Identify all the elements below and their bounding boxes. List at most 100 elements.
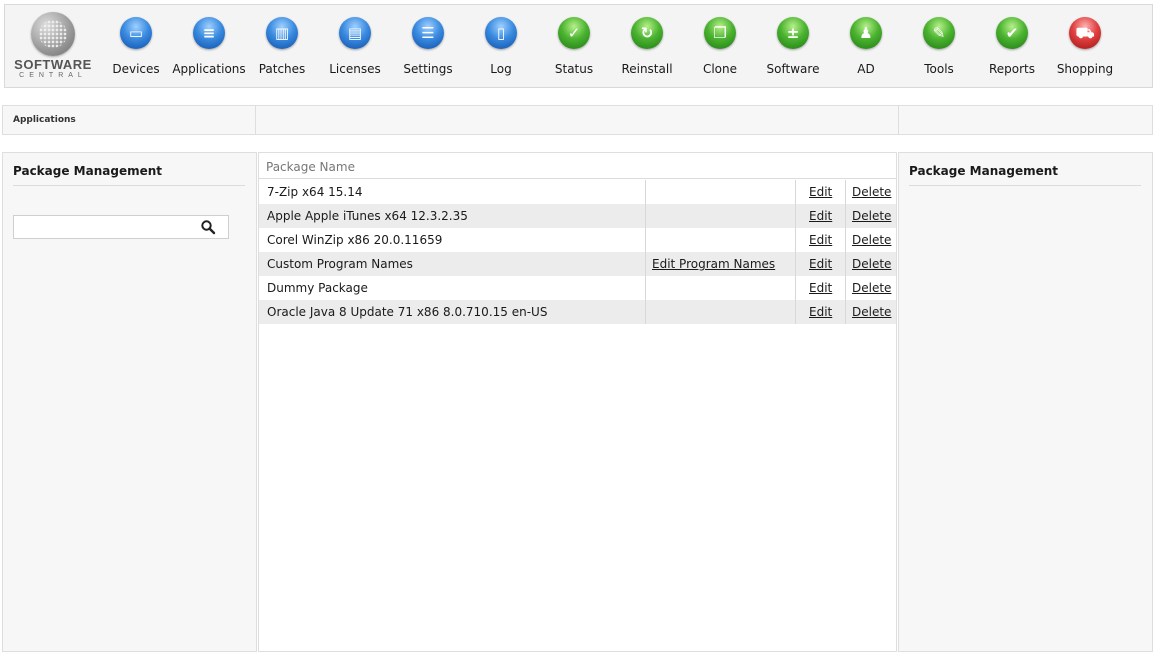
table-row: Oracle Java 8 Update 71 x86 8.0.710.15 e… xyxy=(259,300,896,324)
nav-label: Reinstall xyxy=(621,62,673,76)
nav-label: Settings xyxy=(403,62,453,76)
logo-text-bottom: CENTRAL xyxy=(19,72,87,79)
nav-label: Devices xyxy=(112,62,160,76)
monitor-icon: ▭ xyxy=(120,17,152,49)
icon-glyph: ✓ xyxy=(567,24,581,42)
cell-divider xyxy=(795,204,796,228)
delete-link[interactable]: Delete xyxy=(852,281,891,295)
nav-label: Status xyxy=(554,62,594,76)
shopping-cart-icon: ⛟ xyxy=(1069,17,1101,49)
logo-emblem-icon xyxy=(31,12,75,56)
table-row: Custom Program Names Edit Program Names Ed… xyxy=(259,252,896,276)
top-toolbar: SOFTWARE CENTRAL ▭ Devices ≡ Applications ▥ P… xyxy=(4,4,1153,88)
cell-divider xyxy=(795,180,796,204)
table-row: Apple Apple iTunes x64 12.3.2.35 Edit Dele… xyxy=(259,204,896,228)
delete-link[interactable]: Delete xyxy=(852,185,891,199)
package-table: Package Name 7-Zip x64 15.14 Edit Delete Ap… xyxy=(258,152,897,652)
package-name-cell: Corel WinZip x86 20.0.11659 xyxy=(267,233,443,247)
cell-divider xyxy=(845,276,846,300)
right-panel: Package Management xyxy=(898,152,1153,652)
left-panel: Package Management xyxy=(2,152,257,652)
nav-label: Patches xyxy=(258,62,306,76)
cell-divider xyxy=(645,300,646,324)
software-icon: ± xyxy=(777,17,809,49)
icon-glyph: ❐ xyxy=(713,24,727,42)
log-icon: ▯ xyxy=(485,17,517,49)
nav-label: Log xyxy=(490,62,512,76)
column-header-package-name[interactable]: Package Name xyxy=(266,160,355,174)
icon-glyph: ♟ xyxy=(859,24,873,42)
software-central-logo[interactable]: SOFTWARE CENTRAL xyxy=(9,12,97,84)
icon-glyph: ✎ xyxy=(932,24,946,42)
edit-link[interactable]: Edit xyxy=(809,185,832,199)
delete-link[interactable]: Delete xyxy=(852,209,891,223)
delete-link[interactable]: Delete xyxy=(852,257,891,271)
search-box xyxy=(13,215,229,239)
nav-label: Reports xyxy=(988,62,1036,76)
package-name-cell: Apple Apple iTunes x64 12.3.2.35 xyxy=(267,209,468,223)
nav-licenses-button[interactable]: ▤ Licenses xyxy=(316,5,394,87)
nav-reports-button[interactable]: ✔ Reports xyxy=(973,5,1051,87)
nav-applications-button[interactable]: ≡ Applications xyxy=(170,5,248,87)
package-name-cell: Custom Program Names xyxy=(267,257,413,271)
cell-divider xyxy=(645,204,646,228)
table-row: Corel WinZip x86 20.0.11659 Edit Delete xyxy=(259,228,896,252)
divider xyxy=(909,185,1141,186)
delete-link[interactable]: Delete xyxy=(852,305,891,319)
cell-divider xyxy=(795,300,796,324)
tools-wrench-icon: ✎ xyxy=(923,17,955,49)
breadcrumb-bar: Applications xyxy=(2,105,1153,135)
search-icon[interactable] xyxy=(200,219,216,235)
table-row: 7-Zip x64 15.14 Edit Delete xyxy=(259,180,896,204)
cell-divider xyxy=(845,252,846,276)
logo-text-top: SOFTWARE xyxy=(14,57,92,72)
edit-link[interactable]: Edit xyxy=(809,281,832,295)
nav-status-button[interactable]: ✓ Status xyxy=(535,5,613,87)
icon-glyph: ✔ xyxy=(1005,24,1019,42)
nav-devices-button[interactable]: ▭ Devices xyxy=(97,5,175,87)
edit-link[interactable]: Edit xyxy=(809,233,832,247)
divider xyxy=(13,185,245,186)
icon-glyph: ▥ xyxy=(274,24,290,42)
nav-log-button[interactable]: ▯ Log xyxy=(462,5,540,87)
licenses-icon: ▤ xyxy=(339,17,371,49)
status-check-icon: ✓ xyxy=(558,17,590,49)
nav-label: Tools xyxy=(924,62,954,76)
cell-divider xyxy=(645,180,646,204)
applications-icon: ≡ xyxy=(193,17,225,49)
search-input[interactable] xyxy=(14,216,202,236)
nav-clone-button[interactable]: ❐ Clone xyxy=(681,5,759,87)
table-header: Package Name xyxy=(259,153,896,179)
cell-divider xyxy=(795,276,796,300)
edit-link[interactable]: Edit xyxy=(809,209,832,223)
settings-icon: ☰ xyxy=(412,17,444,49)
edit-link[interactable]: Edit xyxy=(809,305,832,319)
patches-icon: ▥ xyxy=(266,17,298,49)
clone-icon: ❐ xyxy=(704,17,736,49)
table-row: Dummy Package Edit Delete xyxy=(259,276,896,300)
nav-tools-button[interactable]: ✎ Tools xyxy=(900,5,978,87)
package-name-cell: Dummy Package xyxy=(267,281,368,295)
icon-glyph: ≡ xyxy=(202,24,216,42)
cell-divider xyxy=(845,228,846,252)
delete-link[interactable]: Delete xyxy=(852,233,891,247)
reports-icon: ✔ xyxy=(996,17,1028,49)
icon-glyph: ▭ xyxy=(128,24,144,42)
cell-divider xyxy=(645,276,646,300)
nav-reinstall-button[interactable]: ↻ Reinstall xyxy=(608,5,686,87)
nav-software-button[interactable]: ± Software xyxy=(754,5,832,87)
edit-program-names-link[interactable]: Edit Program Names xyxy=(652,257,775,271)
edit-link[interactable]: Edit xyxy=(809,257,832,271)
nav-patches-button[interactable]: ▥ Patches xyxy=(243,5,321,87)
nav-ad-button[interactable]: ♟ AD xyxy=(827,5,905,87)
breadcrumb: Applications xyxy=(13,115,76,125)
ad-users-icon: ♟ xyxy=(850,17,882,49)
nav-label: Shopping xyxy=(1056,62,1114,76)
divider xyxy=(898,106,899,134)
cell-divider xyxy=(845,204,846,228)
nav-settings-button[interactable]: ☰ Settings xyxy=(389,5,467,87)
nav-label: Software xyxy=(766,62,820,76)
icon-glyph: ▯ xyxy=(496,24,506,42)
nav-shopping-button[interactable]: ⛟ Shopping xyxy=(1046,5,1124,87)
icon-glyph: ▤ xyxy=(347,24,363,42)
